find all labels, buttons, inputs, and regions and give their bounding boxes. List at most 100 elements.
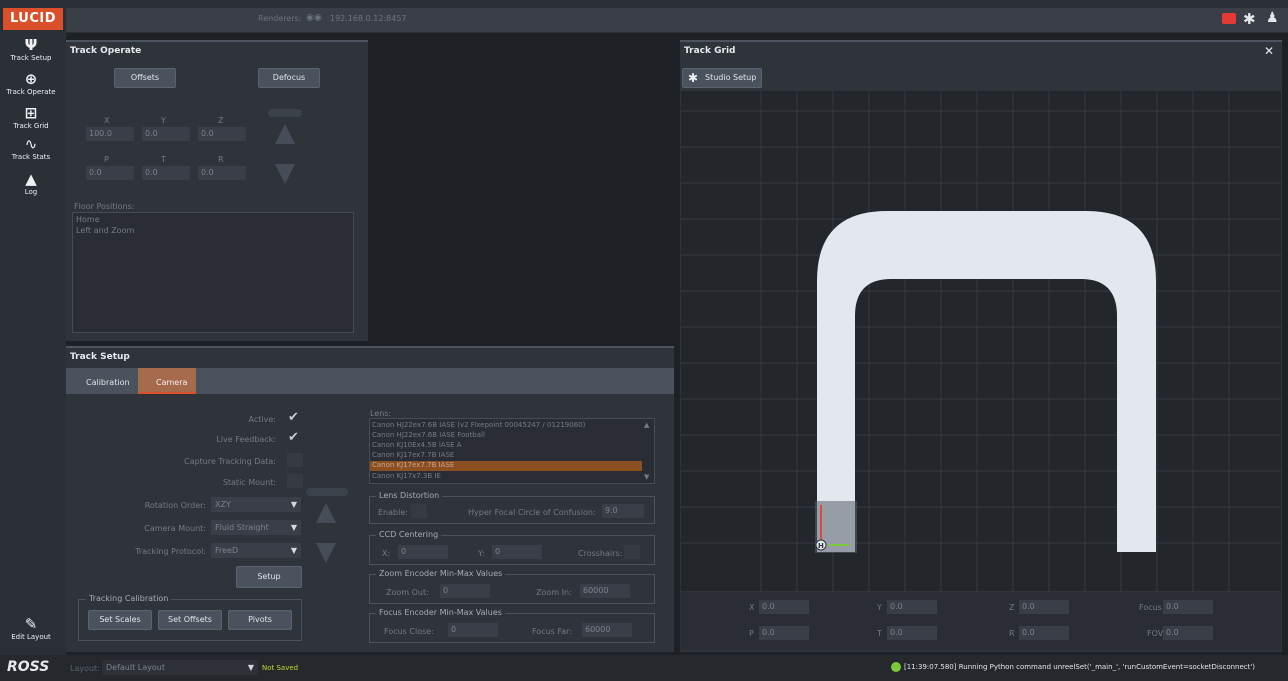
- readout-r-label: R: [1009, 629, 1015, 638]
- set-scales-button[interactable]: Set Scales: [88, 610, 152, 630]
- active-checkbox[interactable]: ✔: [288, 410, 299, 425]
- capture-tracking-label: Capture Tracking Data:: [184, 457, 276, 466]
- down-arrow-icon[interactable]: [314, 541, 338, 565]
- readout-x-label: X: [749, 603, 755, 612]
- pivots-button[interactable]: Pivots: [228, 610, 292, 630]
- tracking-protocol-select[interactable]: FreeD ▼: [211, 543, 301, 558]
- crosshair-icon: ⊕: [24, 70, 38, 88]
- user-icon[interactable]: ♟: [1266, 10, 1279, 26]
- layout-label: Layout:: [70, 664, 100, 673]
- list-item[interactable]: Left and Zoom: [76, 226, 134, 235]
- readout-fov: 0.0: [1163, 626, 1213, 640]
- tracking-calibration-label: Tracking Calibration: [86, 594, 172, 603]
- list-item[interactable]: Canon KJ10Ex4.5B IASE A: [372, 441, 462, 449]
- studio-setup-button[interactable]: ✱ Studio Setup: [682, 68, 762, 88]
- sidebar-item-label: Track Operate: [6, 88, 56, 96]
- defocus-button[interactable]: Defocus: [258, 68, 320, 88]
- readout-y-label: Y: [877, 603, 882, 612]
- live-feedback-checkbox[interactable]: ✔: [288, 430, 299, 445]
- y-field[interactable]: 0.0: [142, 127, 190, 141]
- list-item[interactable]: Home: [76, 215, 100, 224]
- graph-icon: ∿: [24, 135, 38, 153]
- enable-checkbox[interactable]: [411, 504, 427, 518]
- zoom-in-field[interactable]: 60000: [580, 584, 630, 598]
- panel-title: Track Operate: [70, 46, 142, 56]
- readout-x: 0.0: [759, 600, 809, 614]
- camera-record-icon[interactable]: [1222, 13, 1236, 24]
- chevron-down-icon: ▼: [290, 523, 297, 532]
- panel-title: Track Setup: [70, 352, 130, 362]
- layout-select[interactable]: Default Layout ▼: [102, 660, 258, 675]
- readout-t: 0.0: [887, 626, 937, 640]
- down-arrow-icon[interactable]: [273, 162, 297, 186]
- readout-p: 0.0: [759, 626, 809, 640]
- close-icon[interactable]: ✕: [1264, 44, 1274, 58]
- sidebar-item-track-operate[interactable]: ⊕ Track Operate: [0, 70, 62, 97]
- tracking-protocol-label: Tracking Protocol:: [135, 547, 206, 556]
- t-field[interactable]: 0.0: [142, 166, 190, 180]
- capture-tracking-checkbox[interactable]: [287, 453, 303, 467]
- ccd-y-field[interactable]: 0: [492, 545, 542, 559]
- list-item[interactable]: Canon KJ17ex7.7B IASE: [372, 451, 454, 459]
- list-item-selected[interactable]: Canon KJ17ex7.7B IASE: [370, 461, 642, 471]
- track-grid-svg: H: [681, 91, 1281, 591]
- readout-y: 0.0: [887, 600, 937, 614]
- readout-fov-label: FOV: [1147, 629, 1164, 638]
- zoom-out-field[interactable]: 0: [440, 584, 490, 598]
- sidebar-item-track-stats[interactable]: ∿ Track Stats: [0, 135, 62, 162]
- set-offsets-button[interactable]: Set Offsets: [158, 610, 222, 630]
- r-field[interactable]: 0.0: [198, 166, 246, 180]
- sidebar-item-log[interactable]: ▲ Log: [0, 170, 62, 197]
- wrench-icon: Ψ: [24, 36, 38, 54]
- tab-camera-label: Camera: [156, 378, 188, 387]
- track-grid-canvas[interactable]: H: [681, 91, 1281, 591]
- readout-focus-label: Focus: [1139, 603, 1162, 612]
- camera-marker-label: H: [818, 542, 824, 550]
- focus-close-field[interactable]: 0: [448, 623, 498, 637]
- hyper-focal-field[interactable]: 9.0: [602, 504, 644, 518]
- rotation-order-select[interactable]: XZY ▼: [211, 497, 301, 512]
- sidebar-item-label: Track Stats: [11, 153, 51, 161]
- list-item[interactable]: Canon HJ22ex7.6B IASE (v2 Fixepoint 0004…: [372, 421, 585, 429]
- speed-toggle[interactable]: [306, 488, 348, 496]
- status-ok-icon: [891, 662, 901, 672]
- ccd-x-field[interactable]: 0: [398, 545, 448, 559]
- log-message[interactable]: [11:39:07.580] Running Python command un…: [904, 663, 1284, 671]
- sidebar-item-label: Track Grid: [13, 122, 49, 130]
- focus-far-field[interactable]: 60000: [582, 623, 632, 637]
- static-mount-checkbox[interactable]: [287, 474, 303, 488]
- up-arrow-icon[interactable]: [273, 122, 297, 146]
- sidebar-item-track-setup[interactable]: Ψ Track Setup: [0, 36, 62, 63]
- edit-layout-button[interactable]: ✎ Edit Layout: [0, 616, 62, 642]
- camera-mount-select[interactable]: Fluid Straight ▼: [211, 520, 301, 535]
- readout-r: 0.0: [1019, 626, 1069, 640]
- active-label: Active:: [248, 415, 276, 424]
- setup-button[interactable]: Setup: [236, 566, 302, 588]
- renderer-label: Renderers:: [258, 14, 302, 23]
- tab-camera[interactable]: Camera: [138, 368, 196, 394]
- crosshairs-checkbox[interactable]: [624, 545, 640, 559]
- y-label: Y: [161, 116, 166, 125]
- chevron-down-icon: ▼: [247, 663, 254, 672]
- x-field[interactable]: 100.0: [86, 127, 134, 141]
- offsets-button[interactable]: Offsets: [114, 68, 176, 88]
- zoom-encoder-label: Zoom Encoder Min-Max Values: [376, 569, 506, 578]
- list-item[interactable]: Canon HJ22ex7.6B IASE Football: [372, 431, 485, 439]
- x-label: X: [104, 116, 110, 125]
- scroll-down-icon[interactable]: ▼: [644, 473, 649, 481]
- up-arrow-icon[interactable]: [314, 501, 338, 525]
- chevron-down-icon: ▼: [290, 500, 297, 509]
- scroll-up-icon[interactable]: ▲: [644, 421, 649, 429]
- gear-icon[interactable]: ✱: [1243, 10, 1256, 28]
- tab-calibration[interactable]: Calibration: [86, 378, 130, 387]
- warning-icon: ▲: [25, 170, 37, 188]
- readout-t-label: T: [877, 629, 882, 638]
- list-item[interactable]: Canon KJ17x7.3B IE: [372, 472, 441, 480]
- p-field[interactable]: 0.0: [86, 166, 134, 180]
- readout-focus: 0.0: [1163, 600, 1213, 614]
- r-label: R: [218, 155, 224, 164]
- sidebar-item-track-grid[interactable]: ⊞ Track Grid: [0, 105, 62, 131]
- ccd-centering-label: CCD Centering: [376, 530, 442, 539]
- speed-toggle[interactable]: [268, 109, 302, 117]
- z-field[interactable]: 0.0: [198, 127, 246, 141]
